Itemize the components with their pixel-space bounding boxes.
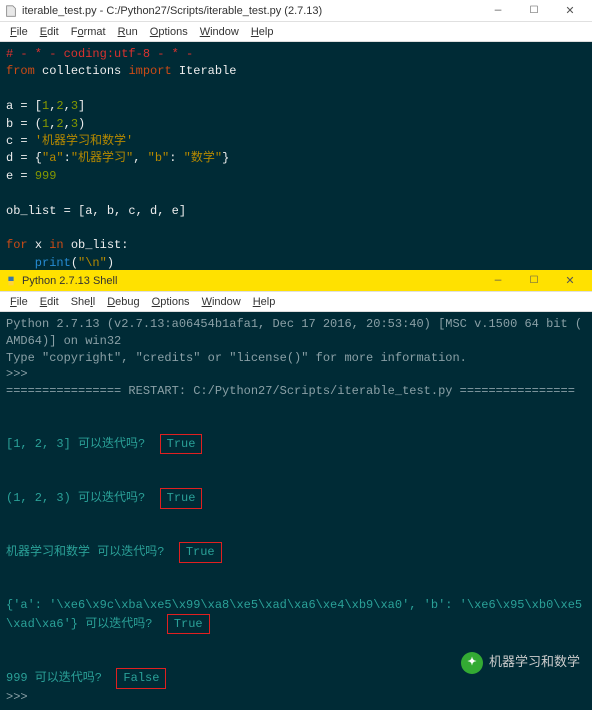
maximize-button[interactable]: ☐: [516, 1, 552, 21]
shell-output[interactable]: Python 2.7.13 (v2.7.13:a06454b1afa1, Dec…: [0, 312, 592, 710]
shell-content: Python 2.7.13 (v2.7.13:a06454b1afa1, Dec…: [6, 316, 586, 706]
minimize-button[interactable]: —: [480, 271, 516, 291]
menu-help[interactable]: Help: [247, 296, 282, 308]
close-button[interactable]: ✕: [552, 1, 588, 21]
menu-window[interactable]: Window: [196, 296, 247, 308]
menu-edit[interactable]: Edit: [34, 296, 65, 308]
code-content: # - * - coding:utf-8 - * - from collecti…: [6, 46, 586, 289]
titlebar[interactable]: iterable_test.py - C:/Python27/Scripts/i…: [0, 0, 592, 22]
menu-run[interactable]: Run: [112, 26, 144, 38]
result-box: False: [116, 668, 166, 689]
code-editor[interactable]: # - * - coding:utf-8 - * - from collecti…: [0, 42, 592, 293]
minimize-button[interactable]: —: [480, 1, 516, 21]
titlebar[interactable]: Python 2.7.13 Shell — ☐ ✕: [0, 270, 592, 292]
menu-shell[interactable]: Shell: [65, 296, 101, 308]
window-title: iterable_test.py - C:/Python27/Scripts/i…: [22, 5, 480, 17]
python-file-icon: [4, 4, 18, 18]
shell-window: Python 2.7.13 Shell — ☐ ✕ File Edit Shel…: [0, 270, 592, 710]
python-icon: [4, 274, 18, 288]
menu-format[interactable]: Format: [65, 26, 112, 38]
menu-help[interactable]: Help: [245, 26, 280, 38]
close-button[interactable]: ✕: [552, 271, 588, 291]
result-box: True: [167, 614, 210, 635]
result-box: True: [160, 434, 203, 455]
menu-window[interactable]: Window: [194, 26, 245, 38]
menu-options[interactable]: Options: [146, 296, 196, 308]
window-controls: — ☐ ✕: [480, 271, 588, 291]
watermark-text: 机器学习和数学: [489, 653, 580, 671]
window-title: Python 2.7.13 Shell: [22, 275, 480, 287]
menubar: File Edit Shell Debug Options Window Hel…: [0, 292, 592, 312]
menu-file[interactable]: File: [4, 26, 34, 38]
result-box: True: [179, 542, 222, 563]
watermark: ✦ 机器学习和数学: [461, 652, 580, 674]
menu-options[interactable]: Options: [144, 26, 194, 38]
window-controls: — ☐ ✕: [480, 1, 588, 21]
editor-window: iterable_test.py - C:/Python27/Scripts/i…: [0, 0, 592, 293]
result-box: True: [160, 488, 203, 509]
menubar: File Edit Format Run Options Window Help: [0, 22, 592, 42]
wechat-icon: ✦: [461, 652, 483, 674]
maximize-button[interactable]: ☐: [516, 271, 552, 291]
menu-file[interactable]: File: [4, 296, 34, 308]
menu-debug[interactable]: Debug: [101, 296, 145, 308]
menu-edit[interactable]: Edit: [34, 26, 65, 38]
